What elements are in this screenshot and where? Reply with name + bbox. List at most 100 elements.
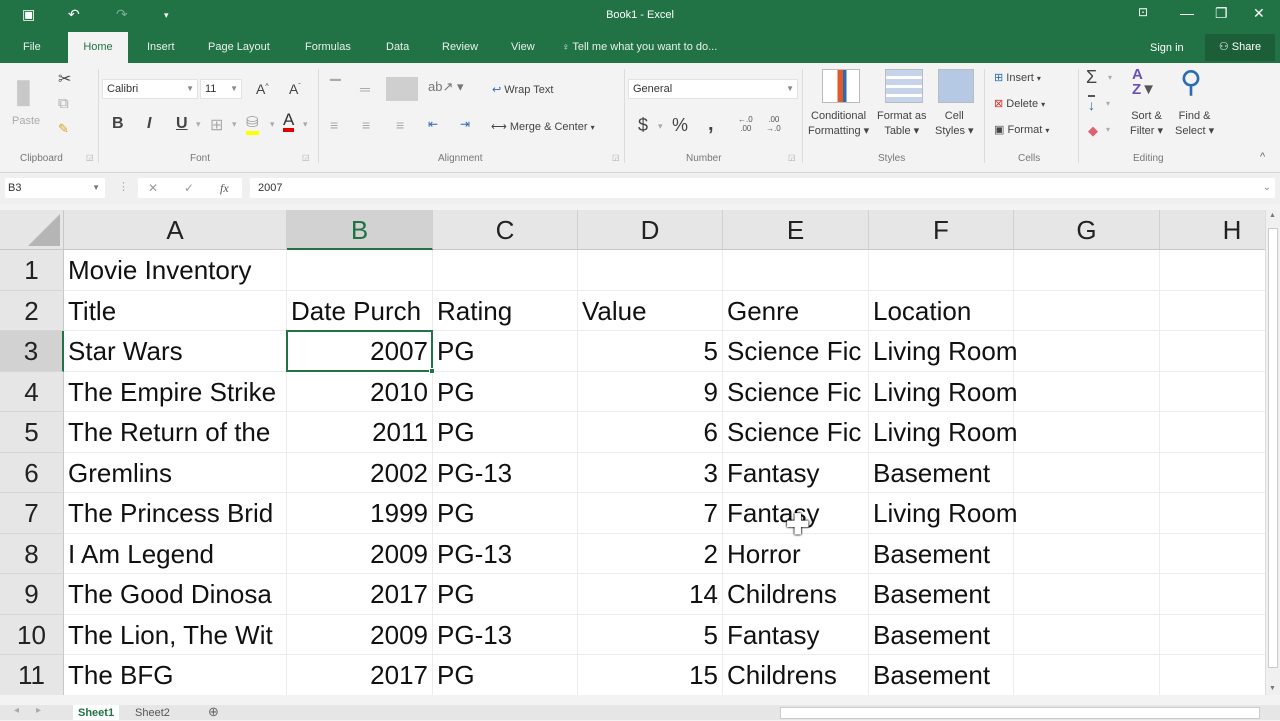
cell-a10[interactable]: The Lion, The Wit <box>64 614 287 655</box>
cell-c3[interactable]: PG <box>433 331 578 372</box>
delete-cells-button[interactable]: ⊠ Delete ▾ <box>994 97 1045 110</box>
share-button[interactable]: ⚇ Share <box>1205 34 1275 61</box>
number-format-combo[interactable]: General ▼ <box>628 79 798 99</box>
decrease-decimal-button[interactable]: .00 →.0 <box>766 115 781 133</box>
orientation-icon[interactable]: ab↗ ▾ <box>428 79 464 95</box>
cell-h5[interactable] <box>1160 412 1265 453</box>
cancel-icon[interactable]: ✕ <box>148 178 158 198</box>
chevron-down-icon[interactable]: ▾ <box>196 119 201 130</box>
cell-b8[interactable]: 2009 <box>287 533 433 574</box>
cell-g6[interactable] <box>1014 452 1160 493</box>
cell-h1[interactable] <box>1160 250 1265 291</box>
cell-c8[interactable]: PG-13 <box>433 533 578 574</box>
cell-g10[interactable] <box>1014 614 1160 655</box>
cut-icon[interactable]: ✂ <box>58 69 71 89</box>
middle-align-icon[interactable]: ═ <box>360 81 370 97</box>
cell-e3[interactable]: Science Fic <box>723 331 869 372</box>
format-cells-button[interactable]: ▣ Format ▾ <box>994 123 1049 136</box>
spreadsheet-grid[interactable]: A B C D E F G H 1 Movie Inventory 2 Title Date Purch… <box>0 210 1265 695</box>
cell-b1[interactable] <box>287 250 433 291</box>
cell-b6[interactable]: 2002 <box>287 452 433 493</box>
cell-f8[interactable]: Basement <box>869 533 1014 574</box>
bottom-align-icon[interactable] <box>386 77 418 101</box>
cell-d5[interactable]: 6 <box>578 412 723 453</box>
shrink-font-icon[interactable]: Aˇ <box>289 81 301 97</box>
cell-e5[interactable]: Science Fic <box>723 412 869 453</box>
row-header-2[interactable]: 2 <box>0 290 64 331</box>
cell-b7[interactable]: 1999 <box>287 493 433 534</box>
cell-g1[interactable] <box>1014 250 1160 291</box>
cell-h6[interactable] <box>1160 453 1265 493</box>
cell-d4[interactable]: 9 <box>578 371 723 412</box>
cell-c10[interactable]: PG-13 <box>433 614 578 655</box>
percent-button[interactable]: % <box>672 115 688 136</box>
cell-h10[interactable] <box>1160 615 1265 655</box>
cell-f7[interactable]: Living Room <box>869 493 1018 534</box>
cell-e2[interactable]: Genre <box>723 290 869 331</box>
cell-g2[interactable] <box>1014 290 1160 331</box>
tab-insert[interactable]: Insert <box>137 32 185 63</box>
row-header-6[interactable]: 6 <box>0 452 64 493</box>
cell-g3[interactable] <box>1014 331 1160 372</box>
align-left-icon[interactable]: ≡ <box>330 117 338 133</box>
cell-g9[interactable] <box>1014 574 1160 615</box>
cell-c11[interactable]: PG <box>433 655 578 695</box>
row-header-9[interactable]: 9 <box>0 574 64 615</box>
ribbon-display-options-icon[interactable]: ⊡ <box>1138 5 1148 19</box>
row-header-4[interactable]: 4 <box>0 371 64 412</box>
wrap-text-button[interactable]: ↩ Wrap Text <box>492 83 553 96</box>
name-box[interactable]: B3 ▼ <box>5 178 105 198</box>
tab-file[interactable]: File <box>13 32 51 63</box>
column-header-g[interactable]: G <box>1014 210 1160 250</box>
cell-f6[interactable]: Basement <box>869 452 1014 493</box>
grow-font-icon[interactable]: A^ <box>256 81 269 97</box>
cell-g7[interactable] <box>1014 493 1160 534</box>
cell-f11[interactable]: Basement <box>869 655 1014 695</box>
chevron-down-icon[interactable]: ▾ <box>232 119 237 130</box>
column-header-h[interactable]: H <box>1160 210 1265 250</box>
vertical-scrollbar[interactable]: ▲ ▼ <box>1265 210 1280 695</box>
font-size-combo[interactable]: 11 ▼ <box>200 79 242 99</box>
restore-icon[interactable]: ❐ <box>1215 5 1228 22</box>
chevron-down-icon[interactable]: ▾ <box>1106 99 1110 108</box>
sheet-tab-sheet2[interactable]: Sheet2 <box>130 705 175 720</box>
vertical-scroll-thumb[interactable] <box>1268 228 1278 668</box>
row-header-10[interactable]: 10 <box>0 614 64 655</box>
cell-h2[interactable] <box>1160 291 1265 331</box>
tab-view[interactable]: View <box>501 32 545 63</box>
prev-sheet-icon[interactable]: ◂ <box>14 705 19 716</box>
cell-e6[interactable]: Fantasy <box>723 452 869 493</box>
tab-data[interactable]: Data <box>376 32 419 63</box>
cell-d2[interactable]: Value <box>578 290 723 331</box>
cell-e11[interactable]: Childrens <box>723 655 869 695</box>
column-header-e[interactable]: E <box>723 210 869 250</box>
cell-b10[interactable]: 2009 <box>287 614 433 655</box>
cell-e9[interactable]: Childrens <box>723 574 869 615</box>
paste-button[interactable]: Paste <box>12 115 40 127</box>
enter-icon[interactable]: ✓ <box>184 178 194 198</box>
cell-a11[interactable]: The BFG <box>64 655 287 695</box>
row-header-1[interactable]: 1 <box>0 250 64 291</box>
conditional-formatting-button[interactable]: Conditional Formatting ▾ <box>808 109 869 139</box>
cell-f10[interactable]: Basement <box>869 614 1014 655</box>
row-header-5[interactable]: 5 <box>0 412 64 453</box>
scroll-down-icon[interactable]: ▼ <box>1269 685 1276 692</box>
cell-d8[interactable]: 2 <box>578 533 723 574</box>
chevron-down-icon[interactable]: ▾ <box>1106 125 1110 134</box>
insert-function-icon[interactable]: fx <box>220 178 229 198</box>
close-icon[interactable]: ✕ <box>1253 5 1265 22</box>
cell-a9[interactable]: The Good Dinosa <box>64 574 287 615</box>
format-painter-icon[interactable]: ✎ <box>58 121 69 137</box>
borders-icon[interactable]: ⊞ <box>210 115 223 135</box>
cell-d9[interactable]: 14 <box>578 574 723 615</box>
column-header-d[interactable]: D <box>578 210 723 250</box>
cell-a4[interactable]: The Empire Strike <box>64 371 287 412</box>
cell-c2[interactable]: Rating <box>433 290 578 331</box>
decrease-indent-icon[interactable]: ⇤ <box>428 117 438 131</box>
cell-e4[interactable]: Science Fic <box>723 371 869 412</box>
tab-page-layout[interactable]: Page Layout <box>198 32 280 63</box>
cell-h3[interactable] <box>1160 331 1265 372</box>
italic-button[interactable]: I <box>147 115 151 133</box>
cell-d11[interactable]: 15 <box>578 655 723 695</box>
chevron-down-icon[interactable]: ▾ <box>1108 73 1112 82</box>
